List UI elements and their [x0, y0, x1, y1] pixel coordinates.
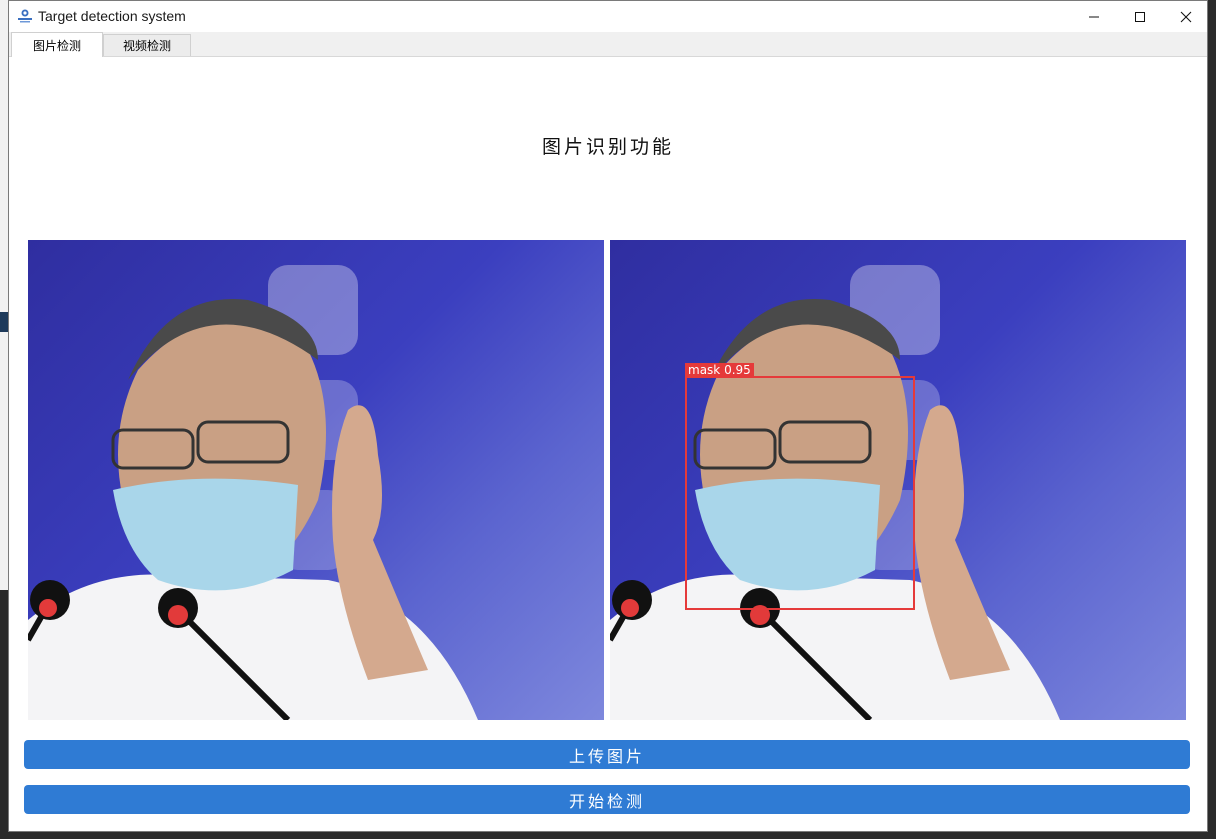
close-icon	[1180, 11, 1192, 22]
close-button[interactable]	[1163, 1, 1209, 32]
photo-illustration	[28, 265, 478, 720]
app-icon	[18, 9, 32, 23]
tab-image-detection[interactable]: 图片检测	[11, 32, 103, 57]
title-bar[interactable]: Target detection system	[9, 1, 1207, 32]
minimize-button[interactable]	[1071, 1, 1117, 32]
upload-image-button[interactable]: 上传图片	[24, 740, 1190, 769]
detection-result-image: mask 0.95	[610, 240, 1186, 720]
detection-label: mask 0.95	[685, 363, 754, 377]
start-detection-button[interactable]: 开始检测	[24, 785, 1190, 814]
main-window: Target detection system 图片检测 视频检测 图片识别功能	[8, 0, 1208, 832]
window-title: Target detection system	[38, 8, 186, 24]
tab-bar: 图片检测 视频检测	[9, 32, 1207, 57]
maximize-icon	[1135, 11, 1145, 22]
detection-class: mask	[688, 363, 721, 377]
original-image	[28, 240, 604, 720]
tab-video-detection[interactable]: 视频检测	[103, 34, 191, 56]
detection-confidence: 0.95	[724, 363, 751, 377]
maximize-button[interactable]	[1117, 1, 1163, 32]
detection-bounding-box	[685, 376, 915, 610]
page-title: 图片识别功能	[541, 136, 674, 158]
minimize-icon	[1089, 16, 1099, 17]
